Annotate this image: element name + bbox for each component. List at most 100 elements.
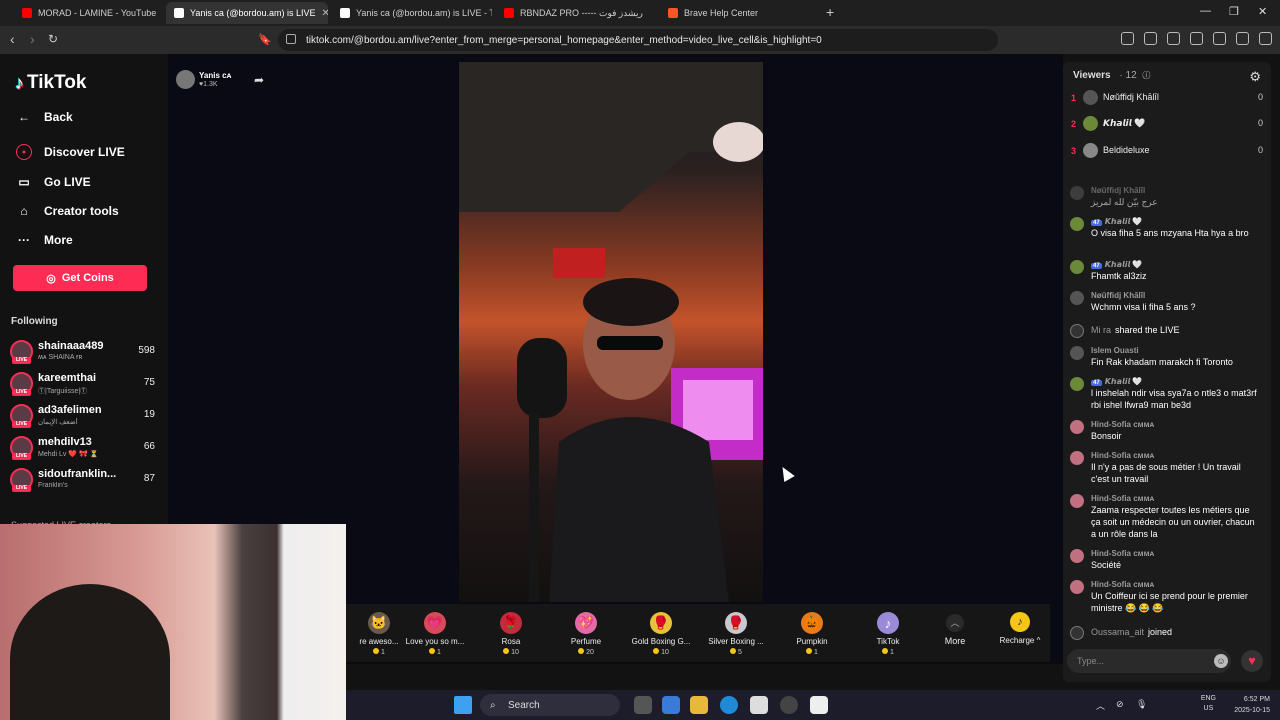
site-info-icon[interactable] [286,34,296,44]
avatar [1070,494,1084,508]
new-tab-button[interactable]: + [826,4,834,20]
tab-tiktok-live[interactable]: Yanis ca (@bordou.am) is LIVE - T [332,2,492,24]
chevron-up-icon[interactable]: ︿ [1096,699,1105,712]
close-window-icon[interactable]: ✕ [1258,5,1267,18]
picture-in-picture-icon[interactable] [1121,32,1134,45]
host-name: Yanis ᴄᴀ [199,71,232,80]
chat-text: Fin Rak khadam marakch fi Toronto [1091,357,1233,367]
chat-input[interactable]: Type... [1067,649,1231,673]
pumpkin-gift-icon: 🎃 [801,612,823,634]
viewers-label: Viewers [1073,70,1111,81]
gift-price: 5 [703,648,769,656]
windows-start-icon[interactable] [454,696,472,714]
following-item[interactable]: LIVE sidoufranklin... Franklin's 87 [10,466,155,494]
nav-go-live[interactable]: ▭ Go LIVE [16,174,90,190]
file-explorer-icon[interactable] [690,696,708,714]
gift-price-value: 5 [738,649,742,656]
address-bar[interactable]: tiktok.com/@bordou.am/live?enter_from_me… [278,29,998,51]
gift-price: 10 [628,648,694,656]
maximize-icon[interactable]: ❐ [1229,5,1239,18]
sidebar-icon[interactable] [1167,32,1180,45]
gift-more-button[interactable]: ︿ More [940,614,970,646]
menu-icon[interactable] [1259,32,1272,45]
tab-tiktok-live-active[interactable]: Yanis ca (@bordou.am) is LIVE ✕ [166,2,328,24]
task-view-icon[interactable] [634,696,652,714]
copilot-icon[interactable] [662,696,680,714]
join-icon [1070,626,1084,640]
following-item[interactable]: LIVE kareemthai Ⓣ|Targuiisse|Ⓣ 75 [10,370,155,398]
gift-item[interactable]: 💖 Perfume 20 [553,612,619,656]
rank-number: 3 [1071,146,1077,156]
viewer-rank-row[interactable]: 3 Beldideluxe 0 [1071,143,1263,161]
back-icon[interactable]: ‹ [10,31,15,47]
tab-rbndaz[interactable]: RBNDAZ PRO ----- ريشدز فوت [496,2,656,24]
host-avatar[interactable] [176,70,195,89]
language-indicator[interactable]: ENG US [1201,694,1216,714]
chat-username: Oussama_ait [1091,627,1145,637]
gift-item[interactable]: 🥊 Silver Boxing ... 5 [703,612,769,656]
share-icon[interactable]: ➦ [254,73,264,87]
gift-name: Perfume [570,637,602,646]
file-icon[interactable] [810,696,828,714]
clock[interactable]: 6:52 PM 2025-10-15 [1234,694,1270,716]
chat-username: Hind-Sofia ᴄᴍᴍᴀ [1091,451,1155,460]
chat-username: 𝙆𝙝𝙖𝙡𝙞𝙡 🤍 [1104,217,1143,226]
taskbar-search[interactable]: ⌕ Search [480,694,620,716]
lang-label: ENG [1200,695,1216,702]
level-badge: 47 [1091,380,1102,386]
close-tab-icon[interactable]: ✕ [322,8,328,19]
microphone-icon[interactable]: 🎙 [1136,699,1147,710]
avatar [1083,116,1098,131]
rank-score: 0 [1257,118,1263,128]
lamp-shape [713,122,763,162]
store-icon[interactable] [750,696,768,714]
network-off-icon[interactable]: ⊘ [1116,699,1124,710]
following-item[interactable]: LIVE mehdilv13 Mehdi Lv ❤️ 🎀 ⏳ 66 [10,434,155,462]
gift-item[interactable]: 🥊 Gold Boxing G... 10 [628,612,694,656]
leo-icon[interactable] [1213,32,1226,45]
viewer-count: 19 [143,409,155,420]
following-item[interactable]: LIVE ad3afelimen أضعف الإيمان 19 [10,402,155,430]
viewer-rank-row[interactable]: 2 𝙆𝙝𝙖𝙡𝙞𝙡 🤍 0 [1071,116,1263,134]
webcam-person-shape [10,584,170,720]
reload-icon[interactable]: ↻ [48,32,58,46]
following-item[interactable]: LIVE shainaaa489 ʍᴀ SHAINA ғʀ 598 [10,338,155,366]
tab-brave-help[interactable]: Brave Help Center [660,2,820,24]
media-icon[interactable] [1144,32,1157,45]
live-video[interactable] [459,62,763,602]
viewer-rank-row[interactable]: 1 Nøŭffidj Khālīl 0 [1071,90,1263,108]
nav-more[interactable]: ··· More [16,232,73,248]
gear-icon[interactable]: ⚙ [1249,69,1261,85]
avatar [1070,549,1084,563]
minimize-icon[interactable]: — [1200,5,1211,17]
chat-system-message: Oussama_ait joined [1070,626,1262,640]
bookmark-icon[interactable]: 🔖 [258,33,272,46]
rank-number: 1 [1071,93,1077,103]
tab-youtube[interactable]: MORAD - LAMINE - YouTube [14,2,162,24]
recharge-button[interactable]: ♪ Recharge ^ [996,612,1044,645]
vpn-icon[interactable] [1236,32,1249,45]
wallet-icon[interactable] [1190,32,1203,45]
tiktok-icon [174,8,184,18]
back-link[interactable]: ← Back [16,109,73,125]
nav-discover-live[interactable]: ● Discover LIVE [16,144,125,160]
heart-gift-icon: 💗 [424,612,446,634]
edge-icon[interactable] [720,696,738,714]
heart-icon[interactable]: ♥ [1241,650,1263,672]
rose-gift-icon: 🌹 [500,612,522,634]
gift-item[interactable]: 🎃 Pumpkin 1 [779,612,845,656]
nav-creator-tools[interactable]: ⌂ Creator tools [16,203,118,219]
emoji-icon[interactable]: ☺ [1214,654,1228,668]
chat-text: Société [1091,560,1122,570]
info-icon[interactable]: ⓘ [1142,71,1150,80]
steam-icon[interactable] [780,696,798,714]
viewers-header[interactable]: Viewers · 12 ⓘ [1073,70,1150,81]
gift-item[interactable]: 💗 Love you so m... 1 [402,612,468,656]
forward-icon[interactable]: › [30,31,35,47]
viewers-count: · 12 [1119,70,1137,81]
gift-item[interactable]: 🌹 Rosa 10 [478,612,544,656]
tiktok-logo[interactable]: ♪ TikTok [15,72,86,94]
get-coins-button[interactable]: ◎ Get Coins [13,265,147,291]
webcam-overlay [0,524,346,720]
gift-item[interactable]: ♪ TikTok 1 [855,612,921,656]
